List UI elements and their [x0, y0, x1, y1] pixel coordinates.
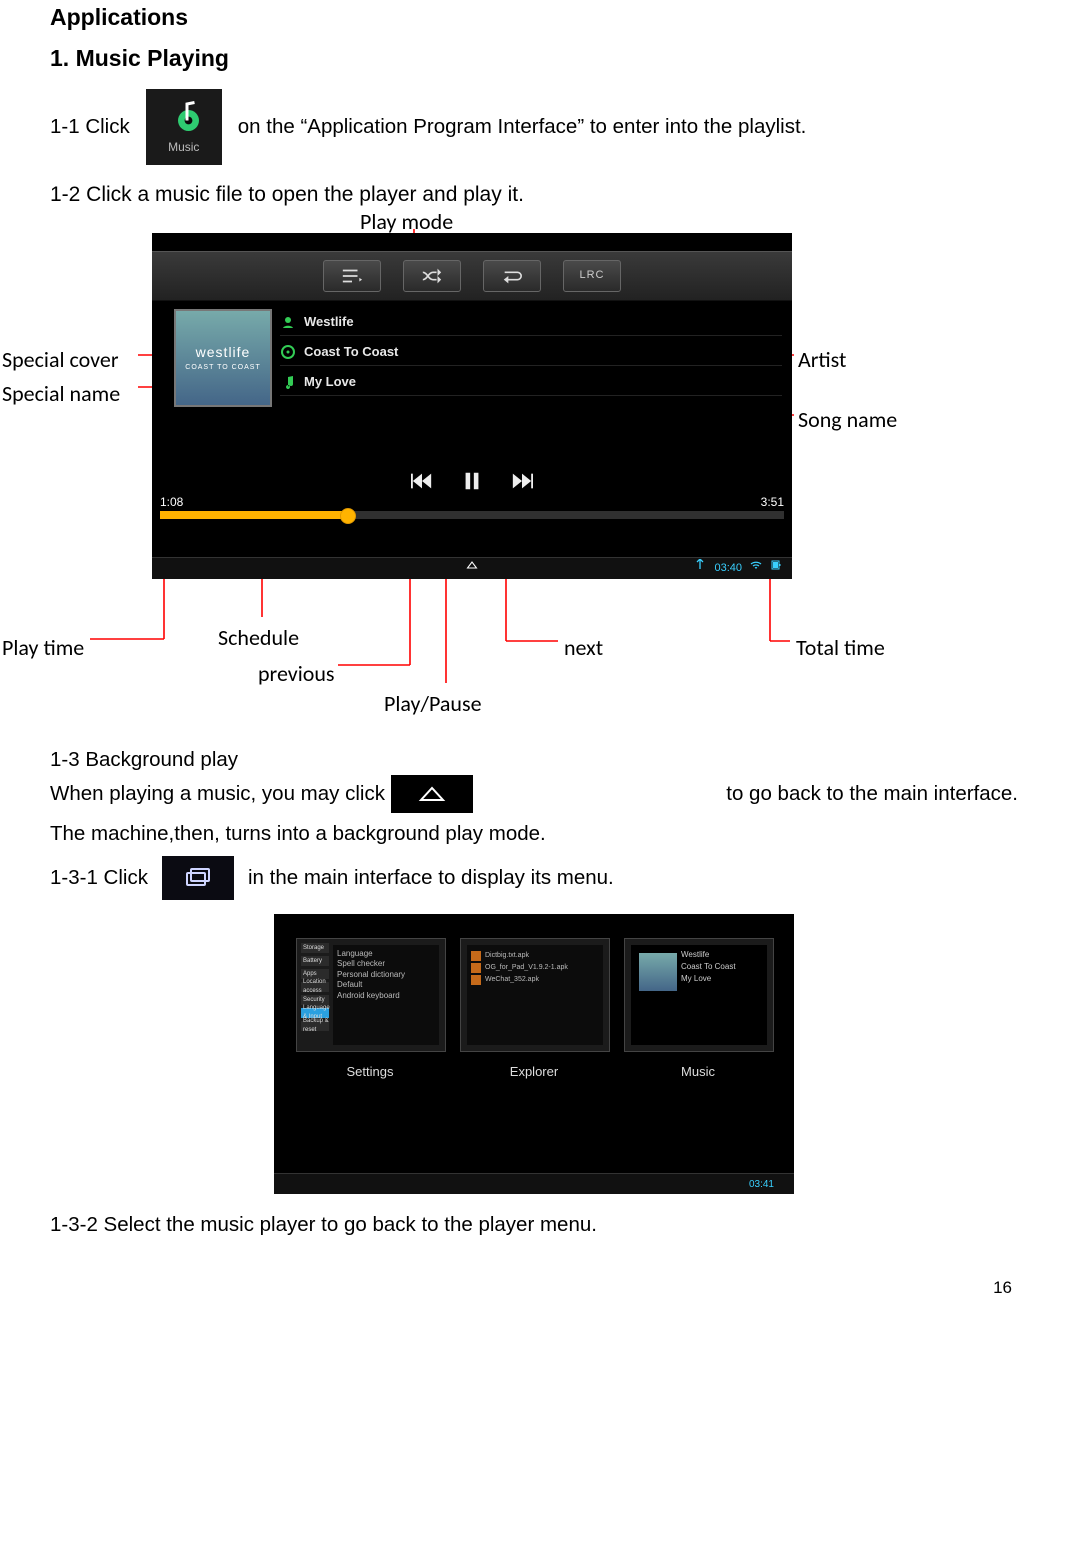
settings-item: Backup & reset [301, 1021, 329, 1031]
settings-detail: Android keyboard [337, 991, 435, 1001]
song-row: My Love [280, 369, 782, 396]
sec-1-3-1-b: in the main interface to display its men… [248, 863, 614, 894]
sec-1-3-title: 1-3 Background play [50, 745, 1018, 776]
elapsed-time: 1:08 [160, 493, 183, 511]
album-name: Coast To Coast [304, 342, 398, 362]
usb-icon [694, 559, 706, 577]
wifi-icon [750, 559, 762, 577]
lrc-button[interactable]: LRC [563, 260, 621, 292]
settings-item: Storage [301, 943, 329, 953]
progress-area: 1:08 3:51 [152, 495, 792, 541]
sec-1-3-b: to go back to the main interface. [726, 779, 1018, 810]
settings-detail: Default [337, 980, 435, 990]
file-icon [471, 975, 481, 985]
status-clock-2: 03:41 [749, 1177, 774, 1192]
label-artist: Artist [798, 343, 846, 376]
label-previous: previous [258, 657, 335, 690]
step-1-1-suffix: on the “Application Program Interface” t… [238, 112, 807, 143]
song-icon [280, 374, 296, 390]
music-player-screenshot: LRC westlife COAST TO COAST Westlife Coa… [152, 233, 792, 579]
label-special-cover: Special cover [2, 343, 119, 376]
sec-1-3-c: The machine,then, turns into a backgroun… [50, 819, 1018, 850]
recent-apps-screenshot: Storage Battery Apps Location access Sec… [274, 914, 794, 1194]
heading-applications: Applications [50, 0, 1018, 35]
total-time: 3:51 [761, 493, 784, 511]
file-icon [471, 951, 481, 961]
playlist-button[interactable] [323, 260, 381, 292]
progress-bar[interactable] [160, 511, 784, 519]
heading-music-playing: 1. Music Playing [50, 41, 1018, 76]
recent-settings-card[interactable]: Storage Battery Apps Location access Sec… [296, 938, 446, 1052]
home-button-icon[interactable] [391, 775, 473, 813]
label-next: next [564, 631, 603, 664]
recent-cap-explorer: Explorer [460, 1062, 608, 1082]
step-1-1: 1-1 Click Music on the “Application Prog… [50, 89, 1018, 165]
file-name: WeChat_352.apk [485, 975, 539, 984]
recent-explorer-card[interactable]: Dictbig.txt.apk OG_for_Pad_V1.9.2-1.apk … [460, 938, 610, 1052]
step-1-2: 1-2 Click a music file to open the playe… [50, 179, 1018, 211]
label-schedule: Schedule [218, 621, 299, 654]
settings-detail: Spell checker [337, 959, 435, 969]
sec-1-3-a: When playing a music, you may click [50, 779, 385, 810]
settings-detail: Language [337, 949, 435, 959]
status-clock: 03:40 [714, 560, 742, 577]
music-app-icon[interactable]: Music [146, 89, 222, 165]
music-app-label: Music [168, 138, 199, 156]
progress-thumb[interactable] [340, 508, 356, 524]
battery-icon [770, 559, 782, 577]
status-bar: 03:40 [152, 557, 792, 579]
album-row: Coast To Coast [280, 339, 782, 366]
recent-apps-button-icon[interactable] [162, 856, 234, 900]
label-play-pause: Play/Pause [384, 687, 482, 720]
album-icon [280, 344, 296, 360]
recent-cap-settings: Settings [296, 1062, 444, 1082]
label-song-name: Song name [798, 403, 897, 436]
label-play-time: Play time [2, 631, 84, 664]
recent-music-card[interactable]: Westlife Coast To Coast My Love [624, 938, 774, 1052]
home-nav-icon[interactable] [466, 559, 478, 577]
artist-icon [280, 314, 296, 330]
random-button[interactable] [483, 260, 541, 292]
label-total-time: Total time [796, 631, 885, 664]
settings-detail: Personal dictionary [337, 970, 435, 980]
player-topbar: LRC [152, 251, 792, 301]
mini-album-art [639, 953, 677, 991]
cover-album-text: COAST TO COAST [185, 363, 260, 374]
page-number: 16 [50, 1275, 1018, 1301]
cover-artist-text: westlife [196, 342, 251, 363]
file-name: Dictbig.txt.apk [485, 951, 529, 960]
recent-cap-music: Music [624, 1062, 772, 1082]
settings-item: Location access [301, 982, 329, 992]
artist-name: Westlife [304, 312, 354, 332]
settings-item: Battery [301, 956, 329, 966]
file-icon [471, 963, 481, 973]
album-cover: westlife COAST TO COAST [174, 309, 272, 407]
step-1-1-prefix: 1-1 Click [50, 112, 130, 143]
music-note-icon [166, 98, 202, 134]
artist-row: Westlife [280, 309, 782, 336]
player-diagram: Play mode Playlist Random Special cover … [0, 211, 1068, 721]
label-special-name: Special name [2, 377, 120, 410]
sec-1-3-2: 1-3-2 Select the music player to go back… [50, 1210, 1018, 1241]
progress-fill [160, 511, 347, 519]
song-name: My Love [304, 372, 356, 392]
file-name: OG_for_Pad_V1.9.2-1.apk [485, 963, 568, 972]
play-mode-button[interactable] [403, 260, 461, 292]
sec-1-3-1-a: 1-3-1 Click [50, 863, 148, 894]
